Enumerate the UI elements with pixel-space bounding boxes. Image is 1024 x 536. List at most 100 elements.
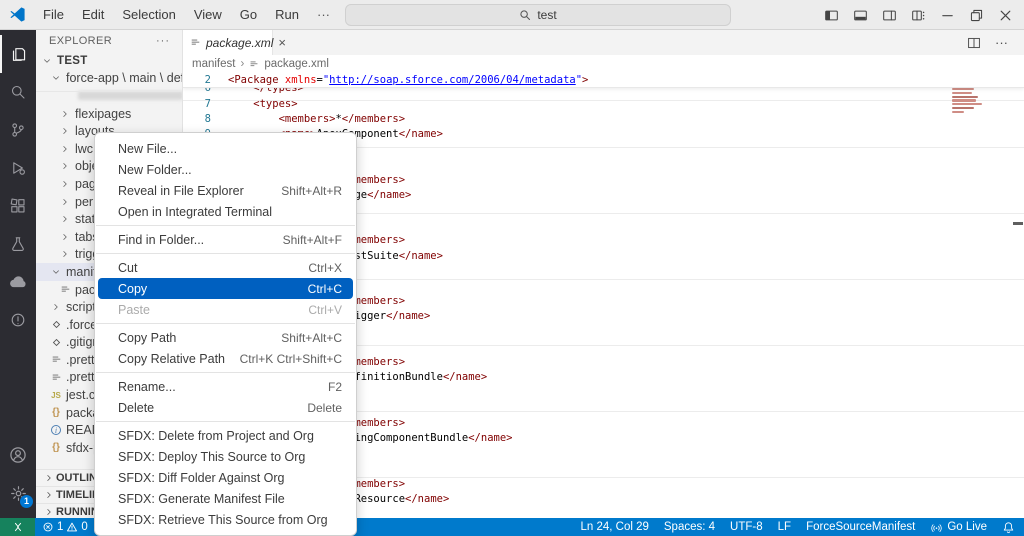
menu-item-delete[interactable]: DeleteDelete xyxy=(98,397,353,418)
menu-item-shortcut: Delete xyxy=(307,401,342,415)
chevron-right-icon xyxy=(58,177,72,191)
menu-item-shortcut: Shift+Alt+R xyxy=(281,184,342,198)
menu-item-shortcut: Shift+Alt+F xyxy=(283,233,342,247)
menu-go[interactable]: Go xyxy=(231,0,266,29)
toggle-secondary-sidebar-icon[interactable] xyxy=(875,0,904,30)
more-actions-icon[interactable]: ··· xyxy=(156,35,182,47)
activity-salesforce-cloud-icon[interactable] xyxy=(0,263,36,301)
tab-package-xml[interactable]: package.xml × xyxy=(183,30,273,55)
menu-item-copy-relative-path[interactable]: Copy Relative PathCtrl+K Ctrl+Shift+C xyxy=(98,348,353,369)
menu-item-sfdx-deploy-this-source-to-org[interactable]: SFDX: Deploy This Source to Org xyxy=(98,446,353,467)
activity-issue-reporter-icon[interactable] xyxy=(0,301,36,339)
activity-accounts-icon[interactable] xyxy=(0,436,36,474)
menu-overflow-icon[interactable]: ··· xyxy=(308,0,339,29)
split-editor-icon[interactable] xyxy=(967,36,981,50)
menu-item-sfdx-retrieve-this-source-from-org[interactable]: SFDX: Retrieve This Source from Org xyxy=(98,509,353,530)
problems-indicator[interactable]: 1 0 xyxy=(35,521,88,533)
status-go-live[interactable]: Go Live xyxy=(930,521,987,534)
restore-icon[interactable] xyxy=(962,0,991,30)
code-line: 7 <types> xyxy=(183,96,1024,111)
status-forcesourcemanifest[interactable]: ForceSourceManifest xyxy=(806,521,915,533)
breadcrumb-folder[interactable]: manifest xyxy=(192,58,235,70)
activity-explorer-icon[interactable] xyxy=(0,35,36,73)
activity-source-control-icon[interactable] xyxy=(0,111,36,149)
diamond-icon xyxy=(49,318,63,332)
menu-run[interactable]: Run xyxy=(266,0,308,29)
breadcrumb-file[interactable]: package.xml xyxy=(264,58,329,70)
tree-item[interactable]: force-app \ main \ def... xyxy=(36,70,183,88)
minimap-line xyxy=(952,96,978,98)
menu-item-copy-path[interactable]: Copy PathShift+Alt+C xyxy=(98,327,353,348)
status-label: Go Live xyxy=(947,521,987,533)
menu-item-shortcut: Ctrl+V xyxy=(308,303,342,317)
more-actions-icon[interactable]: ··· xyxy=(995,35,1008,50)
menu-item-shortcut: F2 xyxy=(328,380,342,394)
activity-extensions-icon[interactable] xyxy=(0,187,36,225)
status-spaces-4[interactable]: Spaces: 4 xyxy=(664,521,715,533)
overview-ruler-marker xyxy=(1013,222,1023,225)
status-utf-8[interactable]: UTF-8 xyxy=(730,521,763,533)
file-lines-icon xyxy=(190,37,201,48)
status-label: LF xyxy=(778,521,791,533)
menu-item-label: Find in Folder... xyxy=(118,233,283,247)
customize-layout-icon[interactable] xyxy=(904,0,933,30)
menu-item-label: Copy Relative Path xyxy=(118,352,240,366)
braces-icon: {} xyxy=(49,406,63,420)
toggle-panel-icon[interactable] xyxy=(846,0,875,30)
status-bell[interactable] xyxy=(1002,521,1015,534)
menu-item-rename[interactable]: Rename...F2 xyxy=(98,376,353,397)
status-ln-24-col-29[interactable]: Ln 24, Col 29 xyxy=(580,521,648,533)
menu-item-copy[interactable]: CopyCtrl+C xyxy=(98,278,353,299)
code-line: 8 <members>*</members> xyxy=(183,111,1024,126)
menu-item-label: Paste xyxy=(118,303,308,317)
status-lf[interactable]: LF xyxy=(778,521,791,533)
divider xyxy=(36,91,182,92)
menu-item-new-file[interactable]: New File... xyxy=(98,138,353,159)
activity-bar-bottom: 1 xyxy=(0,436,36,512)
activity-testing-icon[interactable] xyxy=(0,225,36,263)
menu-item-open-in-integrated-terminal[interactable]: Open in Integrated Terminal xyxy=(98,201,353,222)
sidebar-header: EXPLORER ··· xyxy=(36,30,182,52)
remote-indicator[interactable] xyxy=(0,518,35,536)
menu-edit[interactable]: Edit xyxy=(73,0,113,29)
menu-file[interactable]: File xyxy=(34,0,73,29)
menu-separator xyxy=(96,323,355,324)
chevron-right-icon xyxy=(58,159,72,173)
tab-label: package.xml xyxy=(206,36,273,50)
menu-item-cut[interactable]: CutCtrl+X xyxy=(98,257,353,278)
menu-selection[interactable]: Selection xyxy=(113,0,184,29)
menu-item-new-folder[interactable]: New Folder... xyxy=(98,159,353,180)
activity-settings-icon[interactable]: 1 xyxy=(0,474,36,512)
menu-item-sfdx-delete-from-project-and-org[interactable]: SFDX: Delete from Project and Org xyxy=(98,425,353,446)
menu-item-sfdx-diff-folder-against-org[interactable]: SFDX: Diff Folder Against Org xyxy=(98,467,353,488)
chevron-right-icon xyxy=(58,107,72,121)
tree-item[interactable]: flexipages xyxy=(36,105,183,123)
status-label: ForceSourceManifest xyxy=(806,521,915,533)
warning-icon xyxy=(66,521,78,533)
braces-icon: {} xyxy=(49,441,63,455)
menu-item-reveal-in-file-explorer[interactable]: Reveal in File ExplorerShift+Alt+R xyxy=(98,180,353,201)
menu-item-sfdx-generate-manifest-file[interactable]: SFDX: Generate Manifest File xyxy=(98,488,353,509)
tree-item[interactable]: TEST xyxy=(36,52,183,70)
status-label: Spaces: 4 xyxy=(664,521,715,533)
activity-run-and-debug-icon[interactable] xyxy=(0,149,36,187)
menu-item-label: Rename... xyxy=(118,380,328,394)
info-icon: i xyxy=(49,423,63,437)
minimap-line xyxy=(952,99,976,101)
menu-view[interactable]: View xyxy=(185,0,231,29)
command-center-search[interactable]: test xyxy=(345,4,731,26)
minimap-line xyxy=(952,111,964,113)
chevron-right-icon xyxy=(42,505,56,518)
close-icon[interactable]: × xyxy=(278,36,286,49)
minimize-icon[interactable] xyxy=(933,0,962,30)
tree-item[interactable] xyxy=(36,87,183,105)
toggle-primary-sidebar-icon[interactable] xyxy=(817,0,846,30)
breadcrumb: manifest › package.xml xyxy=(183,55,1024,72)
activity-search-icon[interactable] xyxy=(0,73,36,111)
menu-separator xyxy=(96,225,355,226)
menu-item-find-in-folder[interactable]: Find in Folder...Shift+Alt+F xyxy=(98,229,353,250)
close-icon[interactable] xyxy=(991,0,1020,30)
tab-bar: package.xml × ··· xyxy=(183,30,1024,55)
chevron-right-icon xyxy=(58,142,72,156)
window-controls xyxy=(817,0,1020,30)
